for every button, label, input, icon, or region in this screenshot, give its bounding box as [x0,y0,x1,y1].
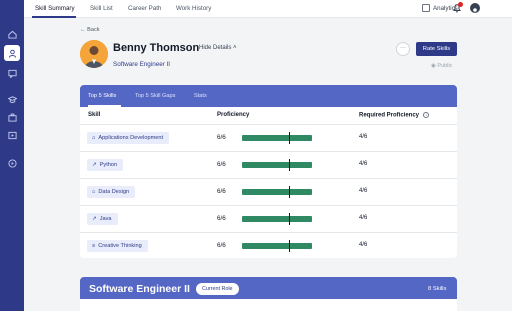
proficiency-bar [242,135,312,141]
visibility-status: ◉ Public [431,63,453,69]
tab-top-5-skills[interactable]: Top 5 Skills [88,93,116,99]
briefcase-icon[interactable] [4,109,20,125]
chevron-up-icon: ˄ [233,45,237,51]
skill-chip[interactable]: ↗ Java [87,213,118,225]
tab-top-5-skill-gaps[interactable]: Top 5 Skill Gaps [135,93,175,99]
proficiency-bar [242,243,312,249]
play-icon[interactable] [4,127,20,143]
role-card-body [80,299,457,311]
skill-icon: ⌂ [92,135,96,141]
required-level-marker [288,159,291,171]
required-proficiency-value: 4/6 [359,188,368,194]
table-row: ⌂ Data Design 6/6 4/6 [80,179,457,206]
required-level-marker [288,213,291,225]
required-level-marker [288,240,291,252]
analytics-icon [422,4,430,12]
skill-name: Data Design [98,189,130,195]
home-icon[interactable] [4,26,20,42]
tab-career-path[interactable]: Career Path [128,5,161,12]
tab-stats[interactable]: Stats [194,93,207,99]
notification-badge [458,2,463,7]
tab-work-history[interactable]: Work History [176,5,211,12]
skill-chip[interactable]: ⌂ Applications Development [87,132,170,144]
proficiency-bar-fill [242,189,312,195]
table-row: ⌂ Applications Development 6/6 4/6 [80,125,457,152]
required-proficiency-value: 4/6 [359,215,368,221]
skill-icon: ↗ [92,216,97,222]
rate-skills-button[interactable]: Rate Skills [416,42,457,56]
tab-skill-list[interactable]: Skill List [90,5,113,12]
required-level-marker [288,132,291,144]
person-icon[interactable] [4,45,20,61]
skill-name: Java [99,216,112,222]
user-menu-icon[interactable] [470,3,480,15]
required-level-marker [288,186,291,198]
active-card-tab-indicator [88,105,121,107]
current-role-badge: Current Role [196,283,239,295]
skill-name: Creative Thinking [98,243,142,249]
column-header-required: Required Proficiency i [359,112,430,119]
proficiency-value: 6/6 [217,161,226,168]
role-card-title: Software Engineer II [89,283,190,295]
skill-chip[interactable]: ≡ Creative Thinking [87,240,148,252]
compass-icon[interactable] [4,155,20,171]
table-row: ↗ Python 6/6 4/6 [80,152,457,179]
skill-name: Applications Development [98,135,164,141]
proficiency-value: 6/6 [217,188,226,195]
back-link[interactable]: ← Back [80,27,100,33]
skill-chip[interactable]: ⌂ Data Design [87,186,136,198]
active-tab-indicator [32,16,76,18]
graduation-icon[interactable] [4,91,20,107]
proficiency-value: 6/6 [217,242,226,249]
required-proficiency-value: 4/6 [359,242,368,248]
skills-card: Top 5 Skills Top 5 Skill Gaps Stats Skil… [80,85,457,258]
proficiency-bar-fill [242,162,312,168]
hide-details-toggle[interactable]: Hide Details ˄ [199,45,237,51]
arrow-left-icon: ← [80,27,86,33]
table-row: ≡ Creative Thinking 6/6 4/6 [80,233,457,258]
proficiency-bar-fill [242,135,312,141]
skills-card-tabs: Top 5 Skills Top 5 Skill Gaps Stats [80,85,457,107]
column-header-proficiency: Proficiency [217,112,250,118]
proficiency-bar-fill [242,243,312,249]
skill-icon: ≡ [92,243,96,249]
proficiency-bar [242,189,312,195]
tab-skill-summary[interactable]: Skill Summary [35,5,75,12]
required-proficiency-value: 4/6 [359,161,368,167]
skill-icon: ⌂ [92,189,96,195]
info-icon[interactable]: i [423,112,430,118]
chat-icon[interactable] [4,65,20,81]
skill-chip[interactable]: ↗ Python [87,159,124,171]
required-proficiency-value: 4/6 [359,134,368,140]
avatar [80,40,108,68]
proficiency-bar [242,162,312,168]
table-row: ↗ Java 6/6 4/6 [80,206,457,233]
skills-count: 8 Skills [428,286,447,292]
proficiency-value: 6/6 [217,215,226,222]
proficiency-bar [242,216,312,222]
more-options-button[interactable]: ··· [396,42,410,56]
profile-name: Benny Thomson [113,42,200,54]
skill-icon: ↗ [92,162,97,168]
top-nav: Skill Summary Skill List Career Path Wor… [24,0,512,18]
column-header-skill: Skill [88,112,101,118]
proficiency-bar-fill [242,216,312,222]
sidebar [0,0,24,311]
profile-role[interactable]: Software Engineer II [113,61,170,68]
skill-name: Python [99,162,118,168]
proficiency-value: 6/6 [217,134,226,141]
